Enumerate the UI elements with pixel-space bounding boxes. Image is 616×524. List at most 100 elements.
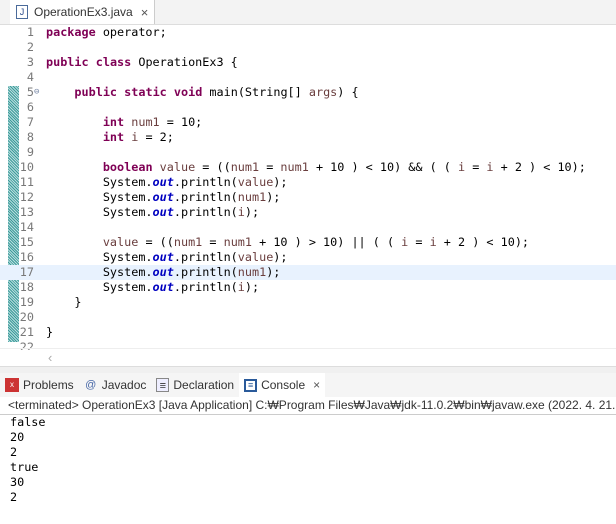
close-icon[interactable]: × (313, 378, 320, 392)
code-line[interactable]: 14 (0, 220, 616, 235)
code-token: .println( (173, 175, 238, 189)
code-token: System. (46, 175, 153, 189)
code-token: ); (273, 250, 288, 264)
code-text: System.out.println(value); (46, 250, 288, 265)
code-token: num1 (237, 190, 267, 204)
code-line[interactable]: 12 System.out.println(num1); (0, 190, 616, 205)
editor-tab-bar: J OperationEx3.java × (0, 0, 616, 25)
code-line[interactable]: 2 (0, 40, 616, 55)
tab-problems[interactable]: x Problems (0, 373, 79, 397)
code-line[interactable]: 11 System.out.println(value); (0, 175, 616, 190)
code-token: System. (46, 190, 153, 204)
declaration-icon: ≡ (156, 378, 170, 392)
code-token: value (102, 235, 139, 249)
tab-label: Declaration (173, 378, 235, 392)
code-token: value (237, 175, 274, 189)
line-number: 3 (26, 55, 34, 69)
code-token: value (159, 160, 196, 174)
code-text: int i = 2; (46, 130, 174, 145)
code-line[interactable]: 4 (0, 70, 616, 85)
code-token: args (308, 85, 338, 99)
code-token: i (237, 280, 245, 294)
line-number: 20 (19, 310, 34, 324)
code-line[interactable]: 7 int num1 = 10; (0, 115, 616, 130)
code-text: boolean value = ((num1 = num1 + 10 ) < 1… (46, 160, 586, 175)
code-editor[interactable]: 1 package operator; 2 3 public class Operati… (0, 24, 616, 350)
code-token: = (202, 235, 224, 249)
fold-icon[interactable]: ⊖ (34, 85, 39, 100)
code-token: ); (266, 190, 281, 204)
code-line[interactable]: 1 package operator; (0, 25, 616, 40)
line-number: 7 (26, 115, 34, 129)
editor-tab[interactable]: J OperationEx3.java × (10, 0, 155, 24)
code-token: .println( (173, 280, 238, 294)
code-line[interactable]: 9 (0, 145, 616, 160)
tab-label: Console (261, 378, 306, 392)
line-number: 16 (19, 250, 34, 264)
editor-tab-title: OperationEx3.java (34, 5, 133, 19)
tab-declaration[interactable]: ≡ Declaration (151, 373, 239, 397)
code-token: static (124, 85, 167, 99)
code-token: = (465, 160, 487, 174)
code-token: ); (273, 175, 288, 189)
code-token: num1 (173, 235, 203, 249)
scroll-left-icon[interactable]: ‹ (48, 350, 52, 365)
tab-console[interactable]: ≡ Console × (239, 373, 326, 397)
code-line[interactable]: 16 System.out.println(value); (0, 250, 616, 265)
code-token: num1 (237, 265, 267, 279)
code-token: + 2 ) < 10); (436, 235, 530, 249)
code-token: ); (266, 265, 281, 279)
code-token: .println( (173, 250, 238, 264)
code-token: num1 (280, 160, 309, 174)
code-line[interactable]: 17 System.out.println(num1); (0, 265, 616, 280)
line-number: 14 (19, 220, 34, 234)
code-token: } (46, 325, 54, 339)
code-line[interactable]: 6 (0, 100, 616, 115)
code-text: } (46, 325, 53, 340)
line-number: 8 (26, 130, 34, 144)
line-number: 21 (19, 325, 34, 339)
code-text: } (46, 295, 82, 310)
console-line: true (10, 460, 39, 474)
code-line[interactable]: 21} (0, 325, 616, 340)
code-line[interactable]: 18 System.out.println(i); (0, 280, 616, 295)
tab-javadoc[interactable]: @ Javadoc (79, 373, 152, 397)
code-token: public (46, 55, 89, 69)
code-line[interactable]: 20 (0, 310, 616, 325)
javadoc-icon: @ (85, 379, 97, 391)
code-token: + 10 ) < 10) && ( ( (308, 160, 458, 174)
code-token: int (102, 130, 125, 144)
code-line[interactable]: 8 int i = 2; (0, 130, 616, 145)
code-token: .println( (173, 190, 238, 204)
code-text: System.out.println(num1); (46, 265, 281, 280)
code-line[interactable]: 3 public class OperationEx3 { (0, 55, 616, 70)
console-line: 30 (10, 475, 25, 489)
line-number: 13 (19, 205, 34, 219)
code-line[interactable]: 19 } (0, 295, 616, 310)
console-line: false (10, 415, 46, 429)
code-line[interactable]: 5 ⊖ public static void main(String[] args… (0, 85, 616, 100)
code-token: = (( (138, 235, 174, 249)
line-number: 2 (26, 40, 34, 54)
code-token: i (237, 205, 245, 219)
code-token: ); (244, 205, 260, 219)
code-text: System.out.println(i); (46, 280, 259, 295)
code-line[interactable]: 10 boolean value = ((num1 = num1 + 10 ) … (0, 160, 616, 175)
console-status: <terminated> OperationEx3 [Java Applicat… (8, 398, 616, 412)
close-icon[interactable]: × (141, 5, 149, 20)
code-token: public (74, 85, 118, 99)
view-tab-bar: x Problems @ Javadoc ≡ Declaration ≡ Console… (0, 373, 616, 397)
code-token: out (152, 190, 174, 204)
code-token: ); (244, 280, 260, 294)
code-token: } (46, 295, 82, 309)
console-line: 2 (10, 490, 18, 504)
horizontal-scrollbar[interactable]: ‹ (0, 348, 616, 367)
divider (0, 414, 616, 415)
code-line[interactable]: 15 value = ((num1 = num1 + 10 ) > 10) ||… (0, 235, 616, 250)
code-token: out (152, 205, 174, 219)
code-text: value = ((num1 = num1 + 10 ) > 10) || ( … (46, 235, 529, 250)
code-line[interactable]: 13 System.out.println(i); (0, 205, 616, 220)
code-token: operator; (95, 25, 167, 39)
